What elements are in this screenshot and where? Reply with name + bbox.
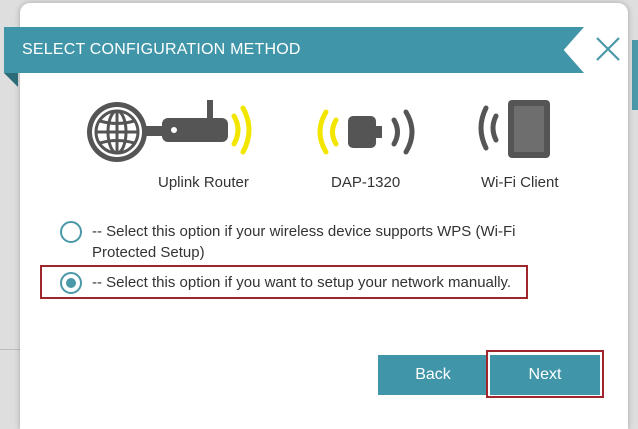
close-icon [596,37,620,61]
backdrop-accent [632,40,638,110]
option-manual[interactable]: -- Select this option if you want to set… [60,272,530,294]
device-dap-1320 [312,104,422,160]
option-wps-label: -- Select this option if your wireless d… [92,223,516,261]
device-wifi-client [474,98,554,160]
close-button[interactable] [591,32,625,66]
next-button[interactable]: Next [490,355,600,395]
dialog-title: SELECT CONFIGURATION METHOD [22,41,301,58]
radio-manual[interactable] [60,272,82,294]
device-label-dap-1320: DAP-1320 [331,174,401,191]
device-uplink-router [82,96,262,166]
back-button[interactable]: Back [378,355,488,395]
option-manual-label: -- Select this option if you want to set… [92,274,512,291]
option-wps[interactable]: -- Select this option if your wireless d… [60,221,550,263]
tablet-icon [478,100,550,158]
banner-fold [4,73,18,87]
radio-wps[interactable] [60,221,82,243]
device-label-uplink-router: Uplink Router [158,174,249,191]
router-icon [87,100,252,162]
extender-icon [317,109,415,155]
device-label-wifi-client: Wi-Fi Client [481,174,559,191]
